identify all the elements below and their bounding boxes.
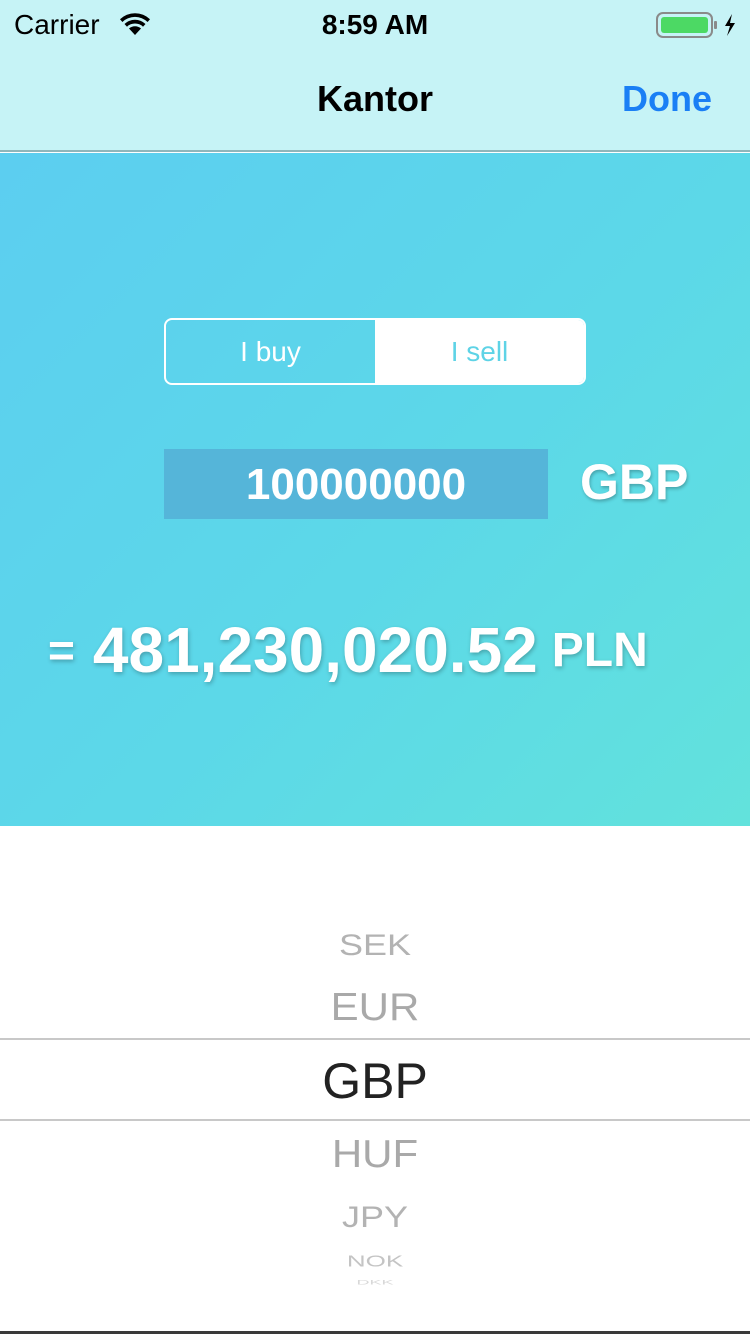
equals-sign: = bbox=[48, 624, 75, 676]
navigation-bar: Kantor Done bbox=[0, 48, 750, 152]
from-currency-label: GBP bbox=[580, 454, 689, 510]
currency-picker[interactable]: SEK EUR GBP HUF JPY NOK DKK bbox=[0, 826, 750, 1332]
amount-input[interactable] bbox=[164, 449, 548, 519]
exchange-panel: I buy I sell GBP = 481,230,020.52PLN bbox=[0, 153, 750, 826]
picker-selection-bottom-line bbox=[0, 1119, 750, 1121]
picker-item-gbp-selected[interactable]: GBP bbox=[0, 1052, 750, 1110]
picker-item-huf[interactable]: HUF bbox=[0, 1132, 750, 1176]
picker-item-sek[interactable]: SEK bbox=[0, 928, 750, 962]
result-value: 481,230,020.52 bbox=[92, 614, 538, 686]
segment-sell[interactable]: I sell bbox=[375, 320, 584, 383]
picker-selection-top-line bbox=[0, 1038, 750, 1040]
conversion-result: = 481,230,020.52 PLN bbox=[48, 613, 728, 687]
status-bar: Carrier 8:59 AM bbox=[0, 0, 750, 48]
battery-charging-icon bbox=[656, 12, 735, 38]
picker-item-nok[interactable]: NOK bbox=[0, 1252, 750, 1271]
picker-item-jpy[interactable]: JPY bbox=[0, 1200, 750, 1234]
to-currency-label: PLN bbox=[551, 623, 648, 677]
picker-item-eur[interactable]: EUR bbox=[0, 985, 750, 1029]
status-time: 8:59 AM bbox=[321, 9, 429, 40]
done-button[interactable]: Done bbox=[622, 78, 712, 120]
buy-sell-segmented-control[interactable]: I buy I sell bbox=[164, 318, 586, 385]
picker-item-dkk[interactable]: DKK bbox=[0, 1279, 750, 1286]
segment-buy[interactable]: I buy bbox=[166, 320, 375, 383]
